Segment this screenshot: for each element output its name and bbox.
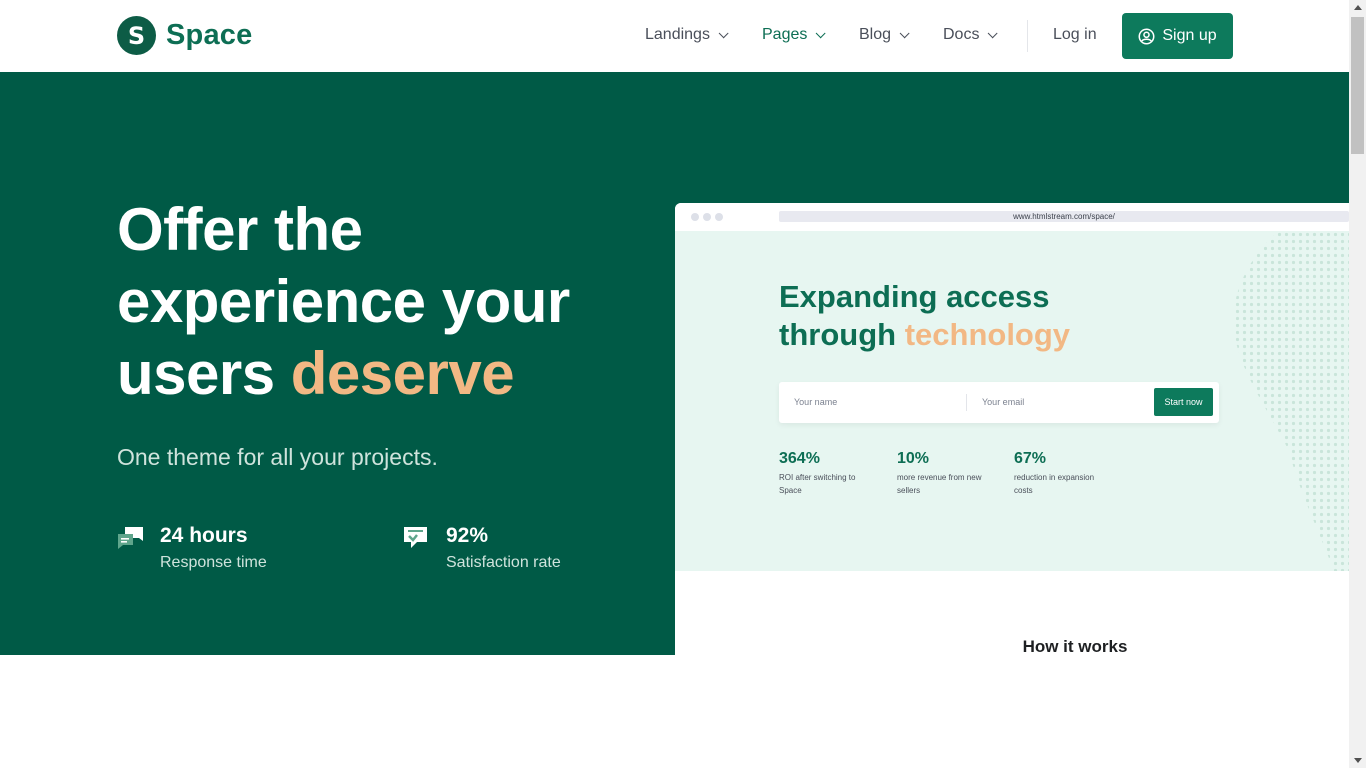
chevron-down-icon [988, 27, 999, 38]
chat-bubbles-icon [118, 527, 143, 549]
scroll-up-icon[interactable] [1354, 5, 1362, 10]
hero-subtitle: One theme for all your projects. [117, 444, 438, 470]
preview-stat: 364% ROI after switching to Space [779, 450, 879, 497]
stat-value: 92% [446, 524, 489, 547]
site-header: S Space Landings Pages Blog Docs Log in … [0, 0, 1349, 72]
preview-stat-label: ROI after switching to Space [779, 473, 856, 495]
nav-docs[interactable]: Docs [943, 26, 999, 44]
window-dot [703, 213, 711, 221]
preview-stat: 10% more revenue from new sellers [897, 450, 997, 497]
login-link[interactable]: Log in [1053, 26, 1097, 44]
chat-check-icon [404, 527, 427, 548]
hero-stat-satisfaction: 92% Satisfaction rate [403, 524, 561, 572]
page-scrollbar[interactable] [1349, 0, 1366, 768]
chevron-down-icon [816, 27, 826, 38]
email-field[interactable]: Your email [982, 382, 1024, 423]
nav-blog[interactable]: Blog [859, 26, 910, 44]
start-now-button[interactable]: Start now [1154, 388, 1213, 416]
preview-stat-value: 10% [897, 450, 930, 467]
scroll-down-icon[interactable] [1354, 758, 1362, 763]
preview-title-line1: Expanding access [779, 279, 1050, 314]
browser-bar: www.htmlstream.com/space/ [675, 203, 1349, 231]
preview-title-line2: through [779, 317, 897, 352]
hero-title: Offer the experience your users deserve [117, 194, 637, 410]
preview-stat-label: reduction in expansion costs [1014, 473, 1095, 495]
logo[interactable]: S Space [117, 16, 252, 55]
nav-pages-label: Pages [762, 26, 808, 43]
signup-label: Sign up [1162, 27, 1217, 44]
field-divider [966, 394, 967, 411]
preview-title: Expanding access through technology [779, 278, 1070, 354]
logo-mark: S [117, 16, 156, 55]
preview-signup-form: Your name Your email Start now [779, 382, 1219, 423]
preview-title-accent: technology [904, 317, 1071, 352]
scroll-thumb[interactable] [1351, 17, 1364, 154]
hero-title-line2: experience your [117, 268, 570, 335]
nav-divider [1027, 20, 1028, 52]
preview-stat-value: 67% [1014, 450, 1047, 467]
nav-docs-label: Docs [943, 26, 980, 43]
stat-value: 24 hours [160, 524, 248, 547]
nav-pages[interactable]: Pages [762, 26, 826, 44]
nav-landings-label: Landings [645, 26, 710, 43]
stat-label: Response time [160, 554, 267, 571]
chevron-down-icon [718, 27, 729, 38]
user-circle-icon [1138, 28, 1155, 44]
dotted-map-decoration [1233, 231, 1349, 571]
url-bar: www.htmlstream.com/space/ [779, 211, 1349, 222]
preview-stat-value: 364% [779, 450, 820, 467]
nav-blog-label: Blog [859, 26, 892, 43]
stat-label: Satisfaction rate [446, 554, 561, 571]
name-field[interactable]: Your name [794, 382, 837, 423]
hero-title-line1: Offer the [117, 196, 363, 263]
how-it-works-heading: How it works [1022, 637, 1128, 656]
preview-stat: 67% reduction in expansion costs [1014, 450, 1114, 497]
browser-preview: www.htmlstream.com/space/ Expanding acce… [675, 203, 1349, 768]
nav-landings[interactable]: Landings [645, 26, 729, 44]
hero-title-accent: deserve [290, 340, 515, 407]
preview-hero: Expanding access through technology Your… [675, 231, 1349, 571]
chevron-down-icon [899, 27, 910, 38]
window-dot [715, 213, 723, 221]
logo-text: Space [166, 19, 253, 51]
window-dot [691, 213, 699, 221]
signup-button[interactable]: Sign up [1122, 13, 1233, 59]
hero-title-line3: users [117, 340, 275, 407]
hero-stat-response: 24 hours Response time [117, 524, 267, 572]
preview-stat-label: more revenue from new sellers [897, 473, 982, 495]
